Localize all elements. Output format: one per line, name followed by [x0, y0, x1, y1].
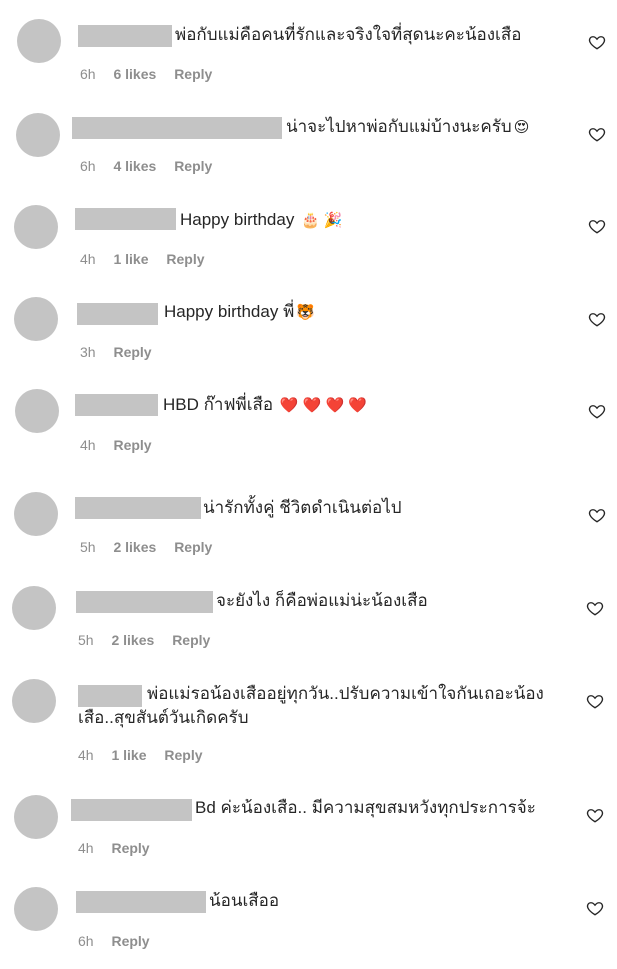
- comment-time: 4h: [78, 840, 94, 856]
- avatar[interactable]: [14, 887, 58, 931]
- username-redacted[interactable]: [75, 208, 176, 230]
- comment-text-body: Happy birthday: [180, 210, 295, 229]
- comment-text: พ่อแม่รอน้องเสืออยู่ทุกวัน..ปรับความเข้า…: [147, 684, 544, 703]
- reply-button[interactable]: Reply: [164, 747, 202, 763]
- username-redacted[interactable]: [78, 685, 142, 707]
- username-redacted[interactable]: [77, 303, 158, 325]
- heart-icon[interactable]: [588, 506, 606, 524]
- like-count[interactable]: 1 like: [111, 747, 146, 763]
- comment-time: 4h: [80, 437, 96, 453]
- comment-meta: 5h 2 likes Reply: [78, 632, 224, 648]
- comment-time: 4h: [80, 251, 96, 267]
- avatar[interactable]: [15, 389, 59, 433]
- heart-icon[interactable]: [586, 806, 604, 824]
- avatar[interactable]: [12, 679, 56, 723]
- username-redacted[interactable]: [71, 799, 192, 821]
- heart-icon[interactable]: [588, 310, 606, 328]
- comment-meta: 3h Reply: [80, 344, 166, 360]
- heart-icon[interactable]: [588, 125, 606, 143]
- reply-button[interactable]: Reply: [172, 632, 210, 648]
- smiling-heart-eyes-icon: 😍: [513, 119, 530, 136]
- heart-icon[interactable]: [586, 599, 604, 617]
- avatar[interactable]: [14, 492, 58, 536]
- heart-icon[interactable]: [586, 692, 604, 710]
- username-redacted[interactable]: [78, 25, 172, 47]
- reply-button[interactable]: Reply: [111, 840, 149, 856]
- comment-text: น้อนเสืออ: [209, 891, 280, 910]
- avatar[interactable]: [17, 19, 61, 63]
- like-count[interactable]: 2 likes: [113, 539, 156, 555]
- comment-text: Happy birthday พี่ 🐯: [164, 300, 315, 325]
- avatar[interactable]: [16, 113, 60, 157]
- comment-text: น่าจะไปหาพ่อกับแม่บ้างนะครับ 😍: [286, 115, 529, 140]
- comment-time: 4h: [78, 747, 94, 763]
- heart-icon[interactable]: [588, 402, 606, 420]
- comment-text: Happy birthday 🎂 🎉: [180, 208, 343, 233]
- comment-time: 6h: [80, 66, 96, 82]
- username-redacted[interactable]: [75, 497, 201, 519]
- heart-icon[interactable]: [588, 217, 606, 235]
- comment-time: 6h: [80, 158, 96, 174]
- comment-text: น่ารักทั้งคู่ ชีวิตดำเนินต่อไป: [203, 498, 402, 517]
- comment-text: Bd ค่ะน้องเสือ.. มีความสุขสมหวังทุกประกา…: [195, 798, 536, 817]
- like-count[interactable]: 2 likes: [111, 632, 154, 648]
- comment-text-line2: เสือ..สุขสันต์วันเกิดครับ: [78, 708, 249, 727]
- comment-meta: 4h 1 like Reply: [78, 747, 217, 763]
- username-redacted[interactable]: [72, 117, 282, 139]
- comment-time: 5h: [80, 539, 96, 555]
- avatar[interactable]: [14, 205, 58, 249]
- like-count[interactable]: 4 likes: [113, 158, 156, 174]
- comment-time: 3h: [80, 344, 96, 360]
- red-heart-icon: ❤️ ❤️ ❤️ ❤️: [279, 397, 368, 414]
- comment-text: จะยังไง ก็คือพ่อแม่น่ะน้องเสือ: [216, 591, 428, 610]
- avatar[interactable]: [12, 586, 56, 630]
- avatar[interactable]: [14, 795, 58, 839]
- avatar[interactable]: [14, 297, 58, 341]
- reply-button[interactable]: Reply: [174, 66, 212, 82]
- comment-meta: 5h 2 likes Reply: [80, 539, 226, 555]
- comment-time: 5h: [78, 632, 94, 648]
- username-redacted[interactable]: [75, 394, 158, 416]
- comment-text-body: น่าจะไปหาพ่อกับแม่บ้างนะครับ: [286, 117, 512, 136]
- comment-meta: 6h 6 likes Reply: [80, 66, 226, 82]
- comment-text: HBD ก๊าฟพี่เสือ ❤️ ❤️ ❤️ ❤️: [163, 393, 367, 418]
- reply-button[interactable]: Reply: [166, 251, 204, 267]
- like-count[interactable]: 6 likes: [113, 66, 156, 82]
- comment-meta: 6h 4 likes Reply: [80, 158, 226, 174]
- reply-button[interactable]: Reply: [113, 437, 151, 453]
- comment-meta: 6h Reply: [78, 933, 164, 949]
- comment-text-body: HBD ก๊าฟพี่เสือ: [163, 395, 274, 414]
- cake-party-icon: 🎂 🎉: [301, 212, 343, 229]
- comment-text: พ่อกับแม่คือคนที่รักและจริงใจที่สุดนะคะน…: [175, 25, 522, 44]
- like-count[interactable]: 1 like: [113, 251, 148, 267]
- comment-meta: 4h Reply: [80, 437, 166, 453]
- comment-meta: 4h Reply: [78, 840, 164, 856]
- tiger-face-icon: 🐯: [296, 304, 315, 321]
- username-redacted[interactable]: [76, 891, 206, 913]
- reply-button[interactable]: Reply: [111, 933, 149, 949]
- reply-button[interactable]: Reply: [174, 539, 212, 555]
- reply-button[interactable]: Reply: [174, 158, 212, 174]
- username-redacted[interactable]: [76, 591, 213, 613]
- comment-text-body: Happy birthday พี่: [164, 302, 295, 321]
- comment-meta: 4h 1 like Reply: [80, 251, 219, 267]
- reply-button[interactable]: Reply: [113, 344, 151, 360]
- heart-icon[interactable]: [586, 899, 604, 917]
- comment-time: 6h: [78, 933, 94, 949]
- heart-icon[interactable]: [588, 33, 606, 51]
